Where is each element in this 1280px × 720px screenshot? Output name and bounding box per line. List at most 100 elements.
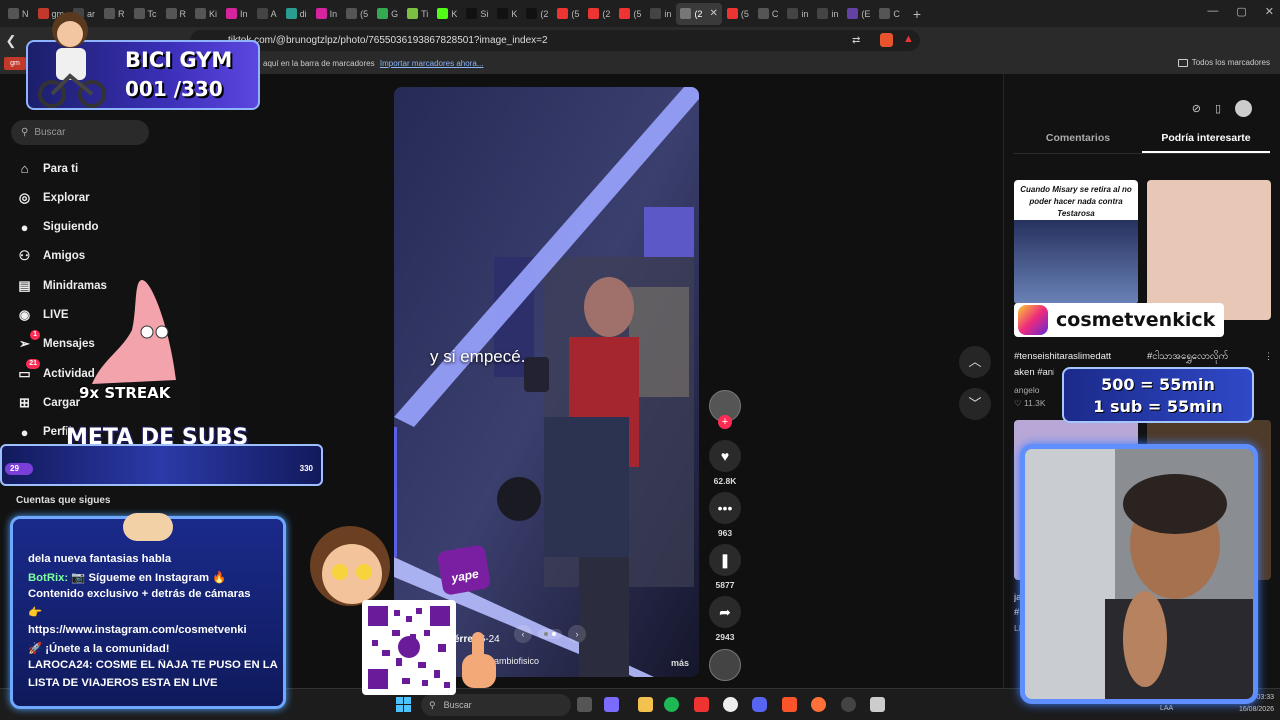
all-bookmarks[interactable]: Todos los marcadores <box>1177 58 1270 67</box>
browser-tab[interactable]: G <box>373 3 402 25</box>
browser-tab[interactable]: In <box>312 3 342 25</box>
browser-tab[interactable]: N <box>4 3 33 25</box>
sidebar-item-explorar[interactable]: ◎ Explorar <box>16 189 90 206</box>
sidebar-item-actividad[interactable]: ▭ 21 Actividad <box>16 359 95 382</box>
calculator-icon[interactable] <box>870 697 885 712</box>
recommended-video-1[interactable]: Cuando Misary se retira al no poder hace… <box>1014 180 1138 304</box>
browser-tab[interactable]: (E <box>843 3 874 25</box>
browser-tab[interactable]: K <box>433 3 461 25</box>
app-icon[interactable] <box>723 697 738 712</box>
tab-label: (5 <box>740 8 749 19</box>
sidebar-item-mensajes[interactable]: ➢ 1 Mensajes <box>16 329 95 353</box>
import-bookmarks-link[interactable]: Importar marcadores ahora... <box>380 59 484 68</box>
sidebar-item-label: LIVE <box>43 309 69 321</box>
tab-comments[interactable]: Comentarios <box>1014 126 1142 153</box>
browser-tab[interactable]: di <box>282 3 311 25</box>
browser-tab[interactable]: Ki <box>191 3 221 25</box>
tab-you-may-like[interactable]: Podría interesarte <box>1142 126 1270 153</box>
minimize-button[interactable]: — <box>1207 5 1218 18</box>
browser-tab[interactable]: Tc <box>130 3 161 25</box>
sound-disc[interactable] <box>709 649 741 681</box>
browser-tab[interactable]: (5 <box>615 3 645 25</box>
browser-tab[interactable]: in <box>646 3 675 25</box>
back-button[interactable]: ❮ <box>0 33 22 49</box>
wps-icon[interactable] <box>694 697 709 712</box>
video-1-title[interactable]: #tenseishitaraslimedatt <box>1014 350 1138 364</box>
sidebar-item-siguiendo[interactable]: ● Siguiendo <box>16 219 99 236</box>
brave-shield-icon[interactable] <box>880 33 893 47</box>
task-view-icon[interactable] <box>577 697 592 712</box>
save-button[interactable]: ❚ <box>709 544 741 576</box>
obs-icon[interactable] <box>841 697 856 712</box>
browser-tab[interactable]: In <box>222 3 252 25</box>
close-window-button[interactable]: ✕ <box>1265 5 1274 18</box>
search-placeholder: Buscar <box>34 127 66 138</box>
address-bar[interactable]: tiktok.com/@brunogtzlpz/photo/7655036193… <box>190 30 920 51</box>
tab-favicon-icon <box>226 8 238 19</box>
start-icon[interactable] <box>396 697 411 712</box>
sidebar-item-live[interactable]: ◉ LIVE <box>16 307 69 324</box>
tab-label: di <box>299 8 307 19</box>
sidebar-item-cargar[interactable]: ⊞ Cargar <box>16 394 80 411</box>
chat-username: BotRix: <box>28 571 69 584</box>
browser-tab[interactable]: C <box>754 3 783 25</box>
browser-tab[interactable]: in <box>813 3 842 25</box>
carousel-dot[interactable] <box>544 632 548 636</box>
follow-button[interactable]: + <box>718 415 732 429</box>
notification-badge: 1 <box>30 329 40 340</box>
photo-post[interactable]: y si empecé. ‹ › érre 6-24 ambiofisico m… <box>394 87 699 677</box>
new-tab-button[interactable]: + <box>913 6 921 22</box>
rewards-icon[interactable]: ▲ <box>903 33 914 45</box>
chat-overlay: dela nueva fantasias habla BotRix: 📷 Sígu… <box>10 513 286 709</box>
browser-tab[interactable]: (2 <box>584 3 614 25</box>
browser-tab[interactable]: (2 <box>522 3 552 25</box>
bookmark-item[interactable]: gm <box>4 57 26 70</box>
video-2-title[interactable]: #ငါသာအရွှေလောလိုက် <box>1147 350 1263 364</box>
browser-tab[interactable]: (5 <box>342 3 372 25</box>
file-explorer-icon[interactable] <box>638 697 653 712</box>
browser-tab[interactable]: R <box>162 3 191 25</box>
rate-line-2: 1 sub = 55min <box>1093 397 1223 416</box>
device-icon[interactable]: ▯ <box>1215 102 1221 115</box>
sidebar-item-perfil[interactable]: ● Perfil <box>16 424 72 441</box>
browser-tab[interactable]: Si <box>462 3 492 25</box>
like-button[interactable]: ♥ <box>709 440 741 472</box>
browser-tab[interactable]: A <box>253 3 281 25</box>
brave-icon[interactable] <box>782 697 797 712</box>
discord-icon[interactable] <box>752 697 767 712</box>
chat-message-text: LAROCA24: COSME EL ÑAJA TE PUSO EN LA <box>28 659 278 672</box>
browser-tab[interactable]: (5 <box>553 3 583 25</box>
comment-button[interactable]: ••• <box>709 492 741 524</box>
browser-tab[interactable]: (5 <box>723 3 753 25</box>
carousel-dot-active[interactable] <box>552 632 556 636</box>
browser-tab[interactable]: in <box>783 3 812 25</box>
next-image-button[interactable]: › <box>568 625 586 643</box>
language-indicator[interactable]: LAA <box>1160 705 1173 712</box>
heart-outline-icon: ♡ <box>1014 398 1022 408</box>
more-options-icon[interactable]: ⋮ <box>1264 351 1273 362</box>
browser-tab[interactable]: K <box>493 3 521 25</box>
maximize-button[interactable]: ▢ <box>1236 5 1246 18</box>
user-avatar[interactable] <box>1235 100 1252 117</box>
sidebar-item-para-ti[interactable]: ⌂ Para ti <box>16 160 79 177</box>
previous-post-button[interactable]: ︿ <box>959 346 991 378</box>
close-tab-icon[interactable]: ✕ <box>709 8 717 19</box>
sidebar-item-amigos[interactable]: ⚇ Amigos <box>16 248 86 265</box>
next-post-button[interactable]: ﹀ <box>959 388 991 420</box>
browser-tab[interactable]: Ti <box>403 3 432 25</box>
subs-goal-bar: 29 330 <box>0 444 323 486</box>
recommended-video-2[interactable] <box>1147 180 1271 320</box>
firefox-icon[interactable] <box>811 697 826 712</box>
taskbar-search[interactable]: ⚲ Buscar <box>421 694 571 716</box>
translate-icon[interactable]: ⇄ <box>852 35 860 46</box>
more-link[interactable]: más <box>671 658 689 668</box>
prev-image-button[interactable]: ‹ <box>514 625 532 643</box>
explore-icon[interactable]: ⊘ <box>1192 102 1201 115</box>
spotify-icon[interactable] <box>664 697 679 712</box>
copilot-icon[interactable] <box>604 697 619 712</box>
search-input[interactable]: ⚲ Buscar <box>11 120 149 145</box>
browser-tab[interactable]: C <box>875 3 904 25</box>
share-button[interactable]: ➦ <box>709 596 741 628</box>
tab-active[interactable]: (2 ✕ <box>676 2 722 25</box>
video-1-author[interactable]: angelo <box>1014 385 1040 395</box>
